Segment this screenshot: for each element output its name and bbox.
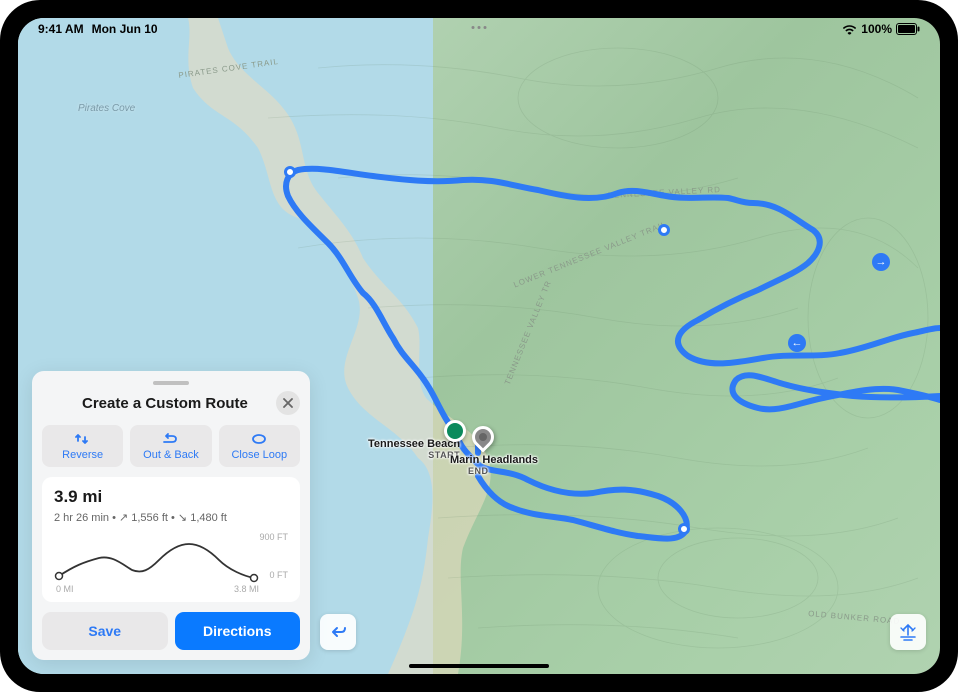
- out-back-button[interactable]: Out & Back: [130, 425, 211, 467]
- close-loop-button[interactable]: Close Loop: [219, 425, 300, 467]
- notch-dots: [472, 26, 487, 29]
- elevation-y-max: 900 FT: [259, 532, 288, 542]
- out-back-icon: [162, 431, 180, 447]
- close-loop-label: Close Loop: [231, 449, 287, 461]
- end-poi-label: Marin Headlands END: [450, 454, 538, 476]
- wifi-icon: [842, 24, 857, 35]
- end-sublabel: END: [468, 466, 538, 476]
- screen: 9:41 AM Mon Jun 10 100%: [18, 18, 940, 674]
- battery-percent: 100%: [861, 22, 892, 36]
- battery-icon: [896, 23, 920, 35]
- waypoint-3[interactable]: [678, 523, 690, 535]
- card-title: Create a Custom Route: [82, 395, 248, 412]
- stats-card: 3.9 mi 2 hr 26 min • ↗ 1,556 ft • ↘ 1,48…: [42, 477, 300, 602]
- close-icon: [283, 398, 293, 408]
- close-loop-icon: [250, 431, 268, 447]
- reverse-label: Reverse: [62, 449, 103, 461]
- end-name: Marin Headlands: [450, 454, 538, 466]
- undo-button[interactable]: [320, 614, 356, 650]
- home-indicator[interactable]: [409, 664, 549, 668]
- stats-distance: 3.9 mi: [54, 487, 288, 507]
- status-bar: 9:41 AM Mon Jun 10 100%: [18, 18, 940, 40]
- card-grabber[interactable]: [153, 381, 189, 385]
- elevation-y-min: 0 FT: [269, 570, 288, 580]
- start-poi-label: Tennessee Beach START: [368, 438, 460, 460]
- direction-arrow-2: ←: [788, 334, 806, 352]
- start-name: Tennessee Beach: [368, 438, 460, 450]
- start-sublabel: START: [368, 450, 460, 460]
- compass-icon: [898, 622, 918, 642]
- waypoint-2[interactable]: [658, 224, 670, 236]
- elevation-x-min: 0 MI: [56, 584, 74, 594]
- status-date: Mon Jun 10: [92, 22, 158, 36]
- compass-button[interactable]: [890, 614, 926, 650]
- elevation-chart: 900 FT 0 FT 0 MI 3.8 MI: [54, 532, 288, 592]
- direction-arrow-1: →: [872, 253, 890, 271]
- route-card: Create a Custom Route Reverse Out & Bac: [32, 371, 310, 660]
- directions-button[interactable]: Directions: [175, 612, 301, 650]
- ipad-frame: 9:41 AM Mon Jun 10 100%: [0, 0, 958, 692]
- out-back-label: Out & Back: [143, 449, 199, 461]
- reverse-button[interactable]: Reverse: [42, 425, 123, 467]
- start-pin[interactable]: [444, 420, 466, 442]
- close-button[interactable]: [276, 391, 300, 415]
- elevation-x-max: 3.8 MI: [234, 584, 259, 594]
- status-time: 9:41 AM: [38, 22, 84, 36]
- stats-details: 2 hr 26 min • ↗ 1,556 ft • ↘ 1,480 ft: [54, 511, 288, 524]
- undo-icon: [329, 624, 347, 640]
- waypoint-1[interactable]: [284, 166, 296, 178]
- save-button[interactable]: Save: [42, 612, 168, 650]
- reverse-icon: [75, 431, 91, 447]
